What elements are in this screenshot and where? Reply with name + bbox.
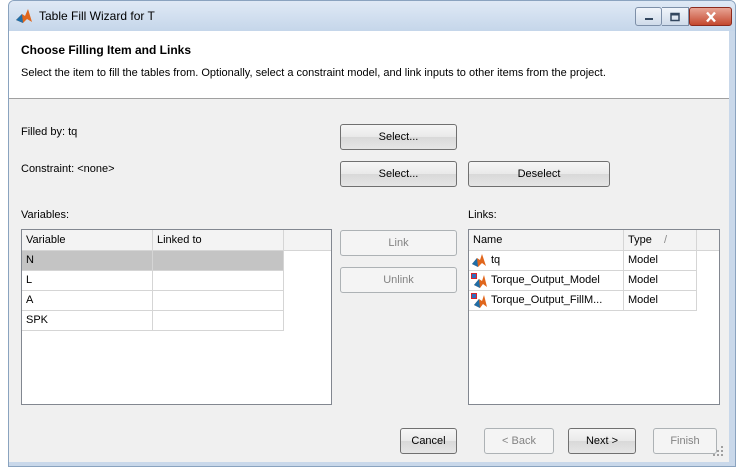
linked-to-cell <box>153 311 284 330</box>
maximize-button[interactable] <box>662 7 689 26</box>
links-label: Links: <box>468 209 497 221</box>
table-row[interactable]: A <box>22 291 284 311</box>
table-row[interactable]: tq Model <box>469 251 697 271</box>
page-description: Select the item to fill the tables from.… <box>21 67 606 79</box>
column-header-type-label: Type <box>628 234 652 246</box>
name-text: Torque_Output_FillM... <box>491 294 603 306</box>
linked-to-cell <box>153 251 284 270</box>
table-row[interactable]: Torque_Output_FillM... Model <box>469 291 697 311</box>
resize-grip-icon[interactable] <box>713 446 723 456</box>
column-header-name[interactable]: Name <box>469 230 624 250</box>
table-row[interactable]: L <box>22 271 284 291</box>
title-bar[interactable]: Table Fill Wizard for T <box>9 1 735 31</box>
name-cell: tq <box>469 251 624 270</box>
linked-model-icon <box>471 273 487 288</box>
table-row[interactable]: N <box>22 251 284 271</box>
linked-model-icon <box>471 293 487 308</box>
type-cell: Model <box>624 251 697 270</box>
close-button[interactable] <box>689 7 732 26</box>
dialog-body: Choose Filling Item and Links Select the… <box>9 31 729 462</box>
name-cell: Torque_Output_Model <box>469 271 624 290</box>
filled-by-label: Filled by: tq <box>21 126 78 138</box>
cancel-button[interactable]: Cancel <box>400 428 457 454</box>
linked-to-cell <box>153 291 284 310</box>
column-header-type[interactable]: Type / <box>624 230 697 250</box>
variable-cell: N <box>22 251 153 270</box>
back-button[interactable]: < Back <box>484 428 554 454</box>
link-button[interactable]: Link <box>340 230 457 256</box>
table-row[interactable]: Torque_Output_Model Model <box>469 271 697 291</box>
minimize-icon <box>644 17 653 20</box>
variable-cell: L <box>22 271 153 290</box>
variable-cell: A <box>22 291 153 310</box>
variables-table-header: Variable Linked to <box>22 230 331 251</box>
window-title: Table Fill Wizard for T <box>39 9 155 23</box>
unlink-button[interactable]: Unlink <box>340 267 457 293</box>
next-button[interactable]: Next > <box>568 428 636 454</box>
minimize-button[interactable] <box>635 7 662 26</box>
column-header-variable[interactable]: Variable <box>22 230 153 250</box>
links-table[interactable]: Name Type / tq Model Torque_Output_Model… <box>468 229 720 405</box>
variables-table[interactable]: Variable Linked to N L A SPK <box>21 229 332 405</box>
type-cell: Model <box>624 271 697 290</box>
name-text: Torque_Output_Model <box>491 274 600 286</box>
filled-by-select-button[interactable]: Select... <box>340 124 457 150</box>
variables-label: Variables: <box>21 209 70 221</box>
name-text: tq <box>491 254 501 266</box>
wizard-header: Choose Filling Item and Links Select the… <box>9 31 729 99</box>
wizard-window: Table Fill Wizard for T Choose Filling I… <box>8 0 736 467</box>
sort-indicator-icon: / <box>664 234 668 246</box>
deselect-button[interactable]: Deselect <box>468 161 610 187</box>
constraint-select-button[interactable]: Select... <box>340 161 457 187</box>
matlab-icon <box>16 9 32 23</box>
page-title: Choose Filling Item and Links <box>21 43 192 57</box>
constraint-label: Constraint: <none> <box>21 163 115 175</box>
name-cell: Torque_Output_FillM... <box>469 291 624 310</box>
model-icon <box>472 254 486 267</box>
column-header-linked-to[interactable]: Linked to <box>153 230 284 250</box>
type-cell: Model <box>624 291 697 310</box>
links-table-header: Name Type / <box>469 230 719 251</box>
finish-button[interactable]: Finish <box>653 428 717 454</box>
maximize-icon <box>670 12 680 21</box>
table-row[interactable]: SPK <box>22 311 284 331</box>
variable-cell: SPK <box>22 311 153 330</box>
linked-to-cell <box>153 271 284 290</box>
close-icon <box>705 11 716 22</box>
